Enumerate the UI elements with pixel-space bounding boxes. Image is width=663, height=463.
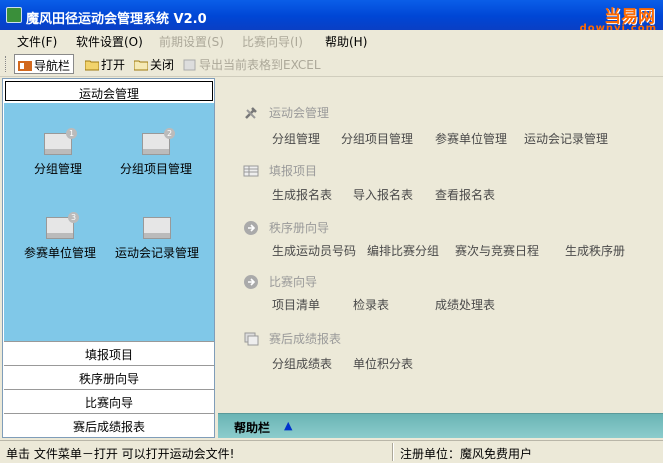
help-bar-label: 帮助栏 [234, 421, 271, 435]
section-competition-wizard: 比赛向导 [243, 273, 317, 290]
units-icon: 3 [46, 212, 79, 239]
main-content: 运动会管理 分组管理 分组项目管理 参赛单位管理 运动会记录管理 填报项目 生成… [215, 78, 663, 410]
export-excel-button[interactable]: 导出当前表格到EXCEL [180, 54, 324, 74]
nav-toggle-label: 导航栏 [34, 59, 71, 73]
window-title: 魔风田径运动会管理系统 V2.0 [26, 12, 207, 27]
sidebar-section-competition-wizard[interactable]: 比赛向导 [4, 389, 214, 413]
group-events-icon: 2 [142, 128, 175, 155]
close-label: 关闭 [150, 58, 175, 72]
sidebar-item-label: 参赛单位管理 [23, 246, 96, 260]
section-results-reports: 赛后成绩报表 [243, 330, 341, 347]
menu-bar: 文件(F) 软件设置(O) 前期设置(S) 比赛向导(I) 帮助(H) [0, 30, 663, 51]
open-label: 打开 [101, 58, 126, 72]
navigation-panel: 运动会管理 1 分组管理 2 分组项目管理 3 参赛单位管理 运动会记录管理 填… [2, 78, 215, 438]
table-icon [243, 165, 259, 177]
status-separator [392, 443, 394, 461]
report-icon [244, 332, 259, 346]
sidebar-item-label: 分组项目管理 [119, 162, 192, 176]
section-fill-events: 填报项目 [243, 162, 317, 179]
section-title: 运动会管理 [269, 106, 330, 120]
arrow-circle-icon [244, 275, 258, 289]
sidebar-header-sports-meet[interactable]: 运动会管理 [5, 81, 213, 101]
link-unit-points[interactable]: 单位积分表 [353, 355, 413, 372]
section-title: 比赛向导 [269, 275, 318, 289]
sidebar-item-group-events[interactable]: 2 分组项目管理 [108, 128, 204, 177]
link-rounds-schedule[interactable]: 赛次与竞赛日程 [455, 242, 539, 259]
toolbar: 导航栏 打开 关闭 导出当前表格到EXCEL [0, 51, 663, 77]
close-button[interactable]: 关闭 [131, 54, 177, 74]
folder-close-icon [134, 60, 148, 71]
sidebar-item-group[interactable]: 1 分组管理 [22, 128, 94, 177]
sidebar-section-fill-events[interactable]: 填报项目 [4, 341, 214, 365]
link-event-list[interactable]: 项目清单 [272, 296, 320, 313]
nav-icon [18, 61, 32, 71]
link-records-management[interactable]: 运动会记录管理 [524, 130, 608, 147]
section-sports-meet: 运动会管理 [243, 104, 329, 121]
link-generate-entry-form[interactable]: 生成报名表 [272, 186, 332, 203]
sidebar-item-records[interactable]: 运动会记录管理 [104, 217, 210, 261]
records-icon [143, 217, 171, 239]
open-button[interactable]: 打开 [82, 54, 128, 74]
link-arrange-heats[interactable]: 编排比赛分组 [367, 242, 439, 259]
folder-open-icon [85, 60, 99, 71]
menu-help[interactable]: 帮助(H) [325, 33, 367, 50]
tools-icon [245, 107, 257, 119]
section-title: 填报项目 [269, 164, 318, 178]
sidebar-section-results-reports[interactable]: 赛后成绩报表 [4, 413, 214, 437]
status-registration: 注册单位：魔风免费用户 [400, 447, 533, 461]
expand-arrow-icon[interactable]: ▲ [284, 419, 292, 432]
status-bar: 单击 文件菜单－打开 可以打开运动会文件! 注册单位：魔风免费用户 [0, 440, 663, 463]
section-program-wizard: 秩序册向导 [243, 219, 329, 236]
link-generate-athlete-numbers[interactable]: 生成运动员号码 [272, 242, 356, 259]
sidebar-item-units[interactable]: 3 参赛单位管理 [14, 212, 106, 261]
link-group-management[interactable]: 分组管理 [272, 130, 320, 147]
sidebar-item-label: 分组管理 [33, 162, 82, 176]
export-label: 导出当前表格到EXCEL [199, 58, 321, 72]
app-icon [6, 7, 22, 23]
sidebar-section-program-wizard[interactable]: 秩序册向导 [4, 365, 214, 389]
sidebar-icon-panel: 1 分组管理 2 分组项目管理 3 参赛单位管理 运动会记录管理 [4, 103, 214, 341]
menu-file[interactable]: 文件(F) [17, 33, 57, 50]
link-import-entry-form[interactable]: 导入报名表 [353, 186, 413, 203]
section-title: 赛后成绩报表 [269, 332, 342, 346]
link-generate-program[interactable]: 生成秩序册 [565, 242, 625, 259]
section-title: 秩序册向导 [269, 221, 330, 235]
menu-software-settings[interactable]: 软件设置(O) [76, 33, 143, 50]
arrow-circle-icon [244, 221, 258, 235]
title-bar: 魔风田径运动会管理系统 V2.0 当易网 downyi.com [0, 0, 663, 34]
sidebar-item-label: 运动会记录管理 [114, 246, 199, 260]
status-message: 单击 文件菜单－打开 可以打开运动会文件! [6, 447, 235, 461]
export-icon [183, 59, 196, 71]
link-units-management[interactable]: 参赛单位管理 [435, 130, 507, 147]
link-results-processing[interactable]: 成绩处理表 [435, 296, 495, 313]
toolbar-grip[interactable] [5, 56, 8, 72]
menu-competition-wizard[interactable]: 比赛向导(I) [242, 33, 303, 50]
menu-preliminary-settings[interactable]: 前期设置(S) [159, 33, 224, 50]
nav-toggle-button[interactable]: 导航栏 [14, 54, 75, 74]
link-call-room-sheet[interactable]: 检录表 [353, 296, 389, 313]
group-icon: 1 [44, 128, 77, 155]
link-group-events-management[interactable]: 分组项目管理 [341, 130, 413, 147]
link-view-entry-form[interactable]: 查看报名表 [435, 186, 495, 203]
help-bar[interactable]: 帮助栏 ▲ [218, 413, 663, 438]
link-group-results[interactable]: 分组成绩表 [272, 355, 332, 372]
